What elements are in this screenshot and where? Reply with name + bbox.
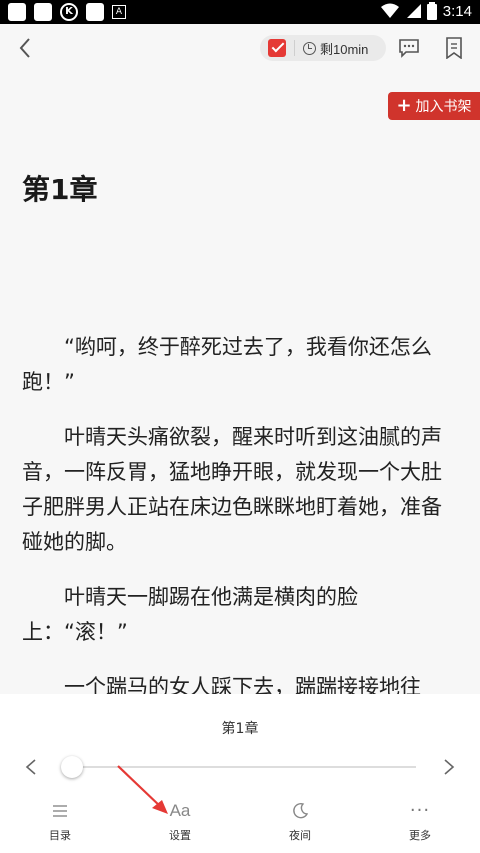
battery-icon (426, 2, 437, 20)
paragraph: “哟呵，终于醉死过去了，我看你还怎么跑！” (22, 335, 432, 394)
nav-more[interactable]: ··· 更多 (380, 798, 460, 843)
add-to-shelf-button[interactable]: + 加入书架 (388, 92, 480, 120)
nav-night-mode[interactable]: 夜间 (260, 798, 340, 843)
reading-timer-pill[interactable]: 剩10min (260, 35, 386, 61)
chapter-title: 第1章 (22, 173, 98, 206)
notification-icon (86, 3, 104, 21)
comment-icon[interactable] (398, 38, 420, 58)
moon-icon (293, 802, 309, 819)
catalog-bookmark-icon[interactable] (444, 37, 464, 59)
paragraph: 叶晴天一脚踢在他满是横肉的脸上：“滚！” (22, 585, 358, 644)
chapter-progress-handle[interactable] (61, 756, 83, 778)
wifi-icon (380, 3, 399, 18)
k-app-icon: K (60, 3, 78, 21)
previous-chapter-icon[interactable] (24, 758, 38, 776)
chapter-text: “哟呵，终于醉死过去了，我看你还怎么跑！” 叶晴天头痛欲裂，醒来时听到这油腻的声… (22, 330, 462, 725)
pill-divider (294, 40, 295, 56)
plus-icon: + (396, 95, 412, 116)
back-arrow-icon[interactable] (14, 36, 38, 60)
notification-icon (8, 3, 26, 21)
clock-icon (303, 41, 316, 55)
annotation-arrow-icon (117, 765, 168, 814)
timer-text: 剩10min (320, 41, 369, 57)
nav-night-label: 夜间 (289, 829, 311, 842)
status-bar: K A 3:14 (0, 0, 480, 24)
add-to-shelf-label: 加入书架 (415, 99, 472, 115)
more-dots-icon: ··· (409, 800, 431, 821)
system-status: 3:14 (380, 2, 472, 20)
current-chapter-label: 第1章 (221, 721, 259, 737)
nav-catalog-label: 目录 (49, 829, 71, 842)
notification-icons: K A (8, 3, 126, 21)
cell-signal-icon (406, 4, 421, 18)
nav-more-label: 更多 (409, 829, 431, 842)
reader-top-bar: 剩10min (0, 24, 480, 72)
list-icon (53, 805, 67, 817)
next-chapter-icon[interactable] (442, 758, 456, 776)
nav-catalog[interactable]: 目录 (20, 798, 100, 843)
a-app-icon: A (112, 5, 126, 19)
reader-nav-bar: 目录 Aa 设置 夜间 ··· 更多 (0, 798, 480, 853)
red-envelope-icon (268, 39, 286, 57)
paragraph: 叶晴天头痛欲裂，醒来时听到这油腻的声音，一阵反胃，猛地睁开眼，就发现一个大肚子肥… (22, 425, 442, 554)
nav-settings-label: 设置 (169, 829, 191, 842)
notification-icon (34, 3, 52, 21)
clock-time: 3:14 (442, 2, 472, 20)
reader-bottom-panel: 第1章 目录 Aa 设置 夜间 ··· 更多 (0, 694, 480, 853)
